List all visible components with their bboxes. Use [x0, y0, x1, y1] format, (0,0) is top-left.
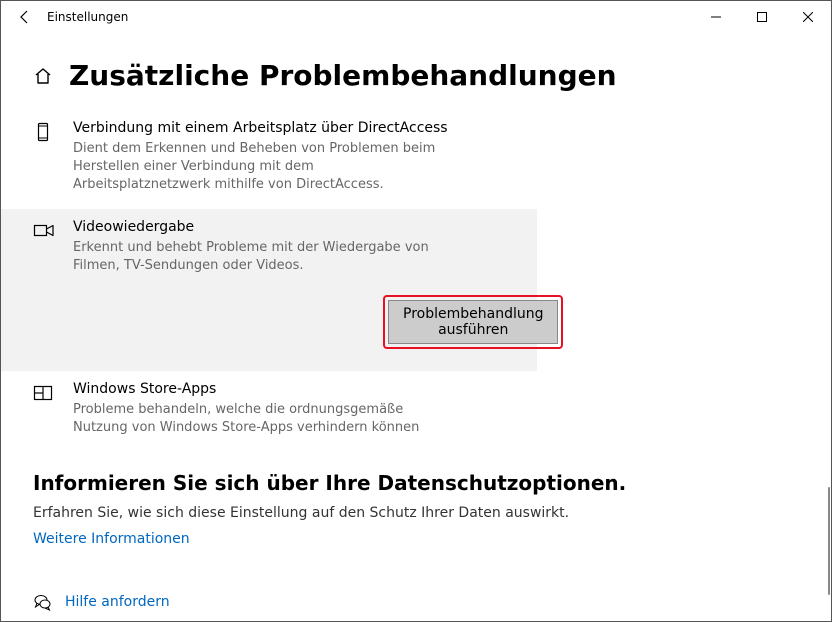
privacy-section: Informieren Sie sich über Ihre Datenschu…: [1, 451, 831, 547]
scrollbar[interactable]: [827, 487, 831, 621]
troubleshooter-videoplayback[interactable]: Videowiedergabe Erkennt und behebt Probl…: [1, 209, 537, 371]
troubleshooter-title: Videowiedergabe: [73, 219, 563, 235]
get-help-link[interactable]: Hilfe anfordern: [65, 594, 170, 610]
page-title: Zusätzliche Problembehandlungen: [69, 59, 617, 92]
troubleshooter-store-apps[interactable]: Windows Store-Apps Probleme behandeln, w…: [1, 371, 537, 451]
close-button[interactable]: [785, 1, 831, 33]
privacy-title: Informieren Sie sich über Ihre Datenschu…: [33, 471, 799, 495]
phone-icon: [33, 120, 55, 195]
troubleshooter-desc: Probleme behandeln, welche die ordnungsg…: [73, 401, 453, 437]
troubleshooter-title: Windows Store-Apps: [73, 381, 521, 397]
window-controls: [693, 1, 831, 33]
maximize-button[interactable]: [739, 1, 785, 33]
video-camera-icon: [33, 219, 55, 357]
content-area: Zusätzliche Problembehandlungen Verbindu…: [1, 33, 831, 621]
get-help-row[interactable]: Hilfe anfordern: [33, 593, 170, 611]
home-icon[interactable]: [33, 66, 53, 86]
minimize-button[interactable]: [693, 1, 739, 33]
page-header: Zusätzliche Problembehandlungen: [1, 33, 831, 110]
app-title: Einstellungen: [47, 10, 128, 24]
troubleshooter-desc: Dient dem Erkennen und Beheben von Probl…: [73, 140, 453, 195]
troubleshooter-directaccess[interactable]: Verbindung mit einem Arbeitsplatz über D…: [1, 110, 537, 209]
scrollbar-thumb[interactable]: [828, 487, 830, 595]
privacy-desc: Erfahren Sie, wie sich diese Einstellung…: [33, 505, 799, 521]
troubleshooter-title: Verbindung mit einem Arbeitsplatz über D…: [73, 120, 521, 136]
run-troubleshooter-button[interactable]: Problembehandlung ausführen: [388, 300, 558, 344]
privacy-more-info-link[interactable]: Weitere Informationen: [33, 531, 799, 547]
settings-window: Einstellungen Zusätzliche Problembehandl…: [0, 0, 832, 622]
windows-store-icon: [33, 381, 55, 437]
back-button[interactable]: [9, 1, 41, 33]
titlebar: Einstellungen: [1, 1, 831, 33]
help-chat-icon: [33, 593, 51, 611]
troubleshooter-desc: Erkennt und behebt Probleme mit der Wied…: [73, 239, 453, 275]
run-button-highlight: Problembehandlung ausführen: [383, 295, 563, 349]
